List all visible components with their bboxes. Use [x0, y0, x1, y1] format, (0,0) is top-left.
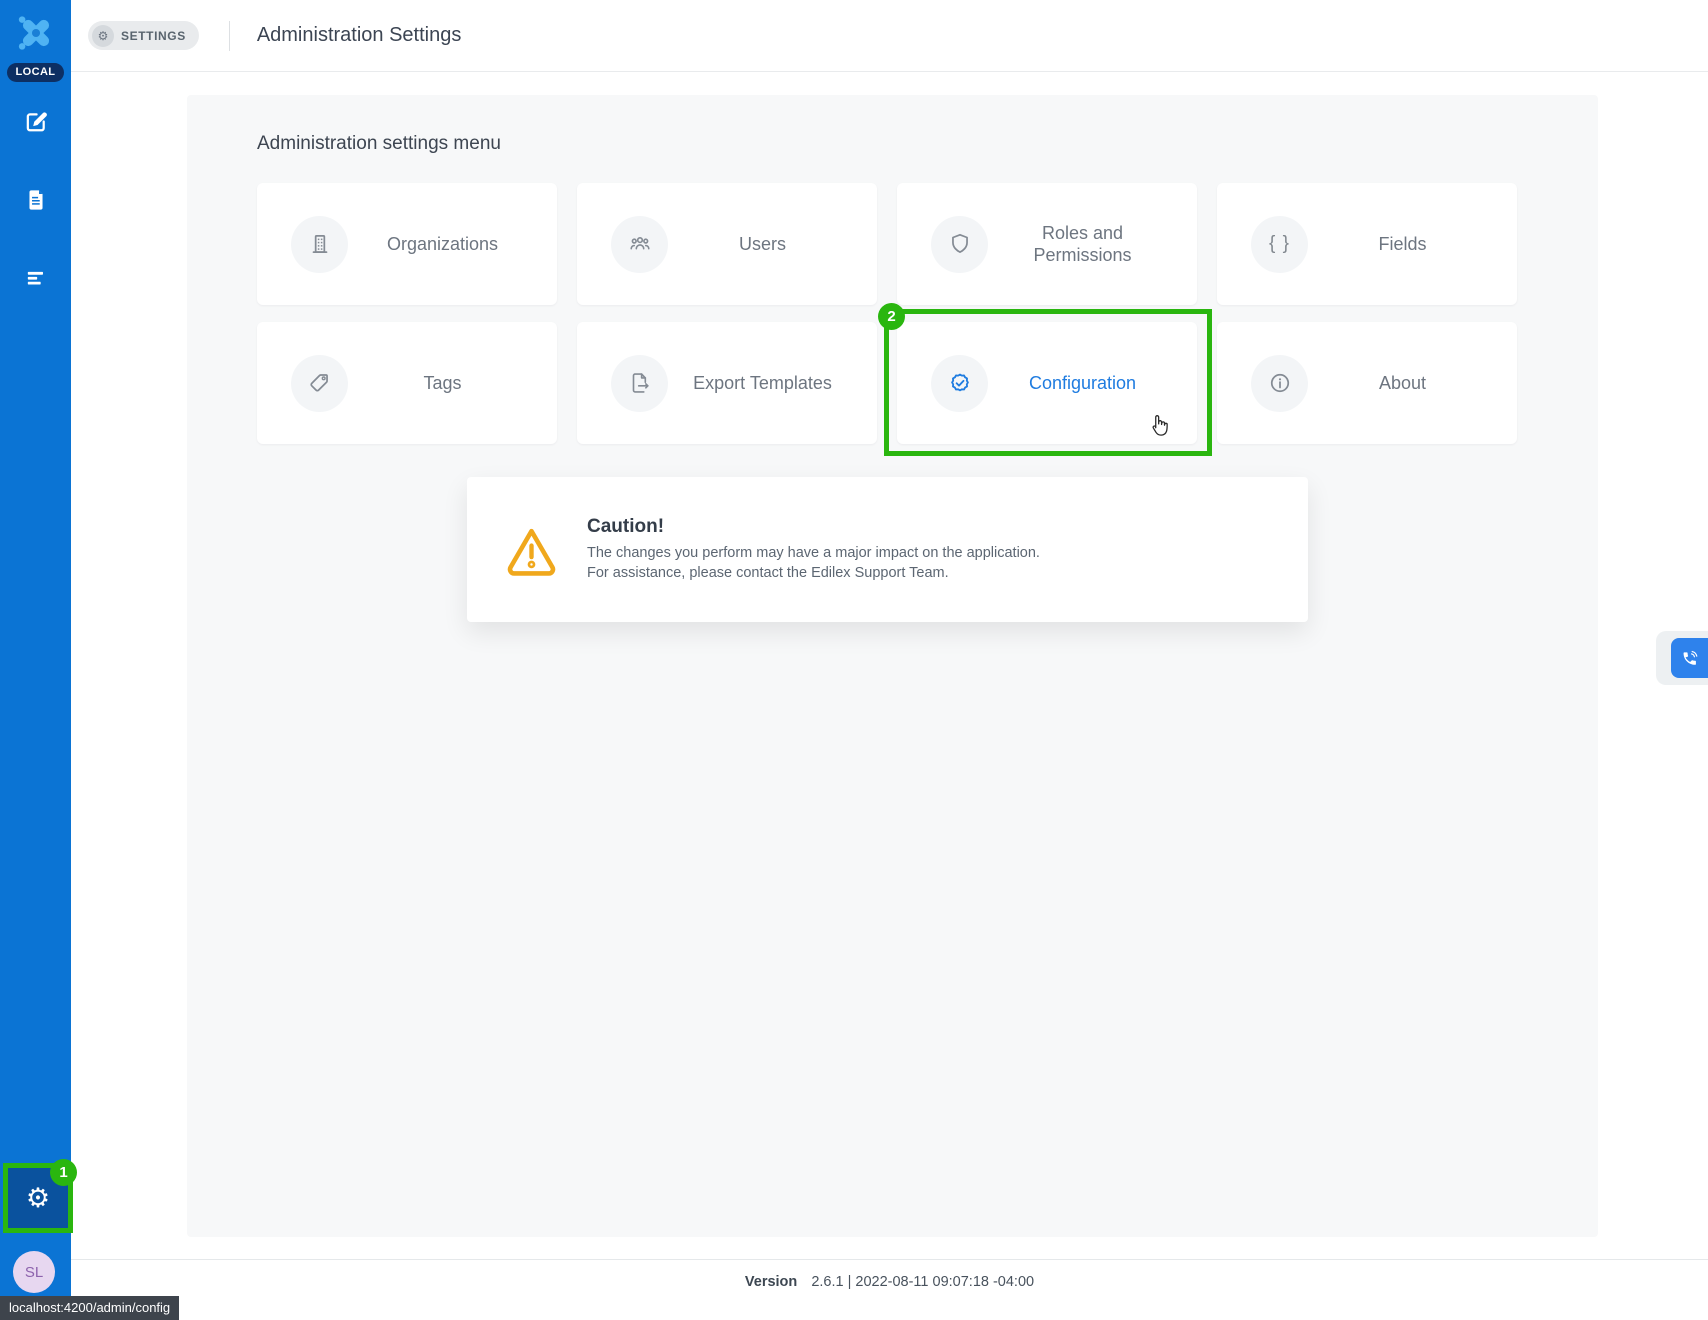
braces-icon: { } — [1251, 216, 1308, 273]
card-roles-permissions[interactable]: Roles and Permissions — [897, 183, 1197, 305]
card-label: About — [1308, 372, 1517, 395]
caution-panel: Caution! The changes you perform may hav… — [467, 477, 1308, 622]
hand-cursor-icon — [1147, 412, 1171, 440]
settings-chip-label: SETTINGS — [121, 29, 186, 43]
sidebar-item-list-icon[interactable] — [22, 264, 50, 292]
card-about[interactable]: About — [1217, 322, 1517, 444]
gear-icon: ⚙ — [92, 25, 114, 47]
caution-text: Caution! The changes you perform may hav… — [587, 516, 1040, 584]
user-avatar[interactable]: SL — [13, 1251, 55, 1293]
tag-icon — [291, 355, 348, 412]
card-label: Organizations — [348, 233, 557, 256]
caution-title: Caution! — [587, 516, 1040, 538]
card-organizations[interactable]: Organizations — [257, 183, 557, 305]
card-tags[interactable]: Tags — [257, 322, 557, 444]
card-label: Configuration — [988, 372, 1197, 395]
card-label: Tags — [348, 372, 557, 395]
card-label: Roles and Permissions — [988, 222, 1197, 267]
divider — [229, 21, 230, 51]
annotation-step-1-badge: 1 — [50, 1159, 77, 1186]
export-icon — [611, 355, 668, 412]
menu-heading: Administration settings menu — [257, 133, 501, 155]
info-icon — [1251, 355, 1308, 412]
shield-icon — [931, 216, 988, 273]
app-logo-icon — [13, 10, 59, 56]
badge-check-icon — [931, 355, 988, 412]
caution-line-1: The changes you perform may have a major… — [587, 543, 1040, 563]
gear-icon: ⚙ — [26, 1185, 50, 1212]
building-icon — [291, 216, 348, 273]
sidebar-item-documents-icon[interactable] — [22, 186, 50, 214]
caution-line-2: For assistance, please contact the Edile… — [587, 563, 1040, 583]
card-label: Fields — [1308, 233, 1517, 256]
support-phone-button[interactable] — [1671, 638, 1708, 678]
sidebar-item-editor-icon[interactable] — [22, 108, 50, 136]
card-label: Export Templates — [668, 372, 877, 395]
settings-cards-grid: Organizations Users — [257, 183, 1517, 444]
sidebar: LOCAL — [0, 0, 71, 1320]
card-configuration[interactable]: Configuration 2 — [897, 322, 1197, 444]
version-value: 2.6.1 | 2022-08-11 09:07:18 -04:00 — [811, 1274, 1034, 1290]
card-export-templates[interactable]: Export Templates — [577, 322, 877, 444]
card-fields[interactable]: { } Fields — [1217, 183, 1517, 305]
version-line: Version 2.6.1 | 2022-08-11 09:07:18 -04:… — [71, 1274, 1708, 1290]
admin-settings-panel: Administration settings menu — [187, 95, 1598, 1237]
users-icon — [611, 216, 668, 273]
warning-triangle-icon — [503, 523, 560, 577]
annotation-step-2-badge: 2 — [878, 303, 905, 330]
card-label: Users — [668, 233, 877, 256]
environment-badge: LOCAL — [7, 63, 65, 82]
status-url-tooltip: localhost:4200/admin/config — [0, 1296, 179, 1320]
footer-divider — [71, 1259, 1708, 1260]
card-users[interactable]: Users — [577, 183, 877, 305]
top-bar: ⚙ SETTINGS Administration Settings — [71, 0, 1708, 72]
admin-settings-page: LOCAL ⚙ 1 SL — [0, 0, 1708, 1320]
settings-breadcrumb-chip[interactable]: ⚙ SETTINGS — [88, 21, 199, 50]
version-label: Version — [745, 1274, 797, 1290]
phone-icon — [1680, 649, 1699, 668]
admin-settings-gear-button[interactable]: ⚙ 1 — [3, 1163, 73, 1233]
page-title: Administration Settings — [257, 24, 462, 47]
